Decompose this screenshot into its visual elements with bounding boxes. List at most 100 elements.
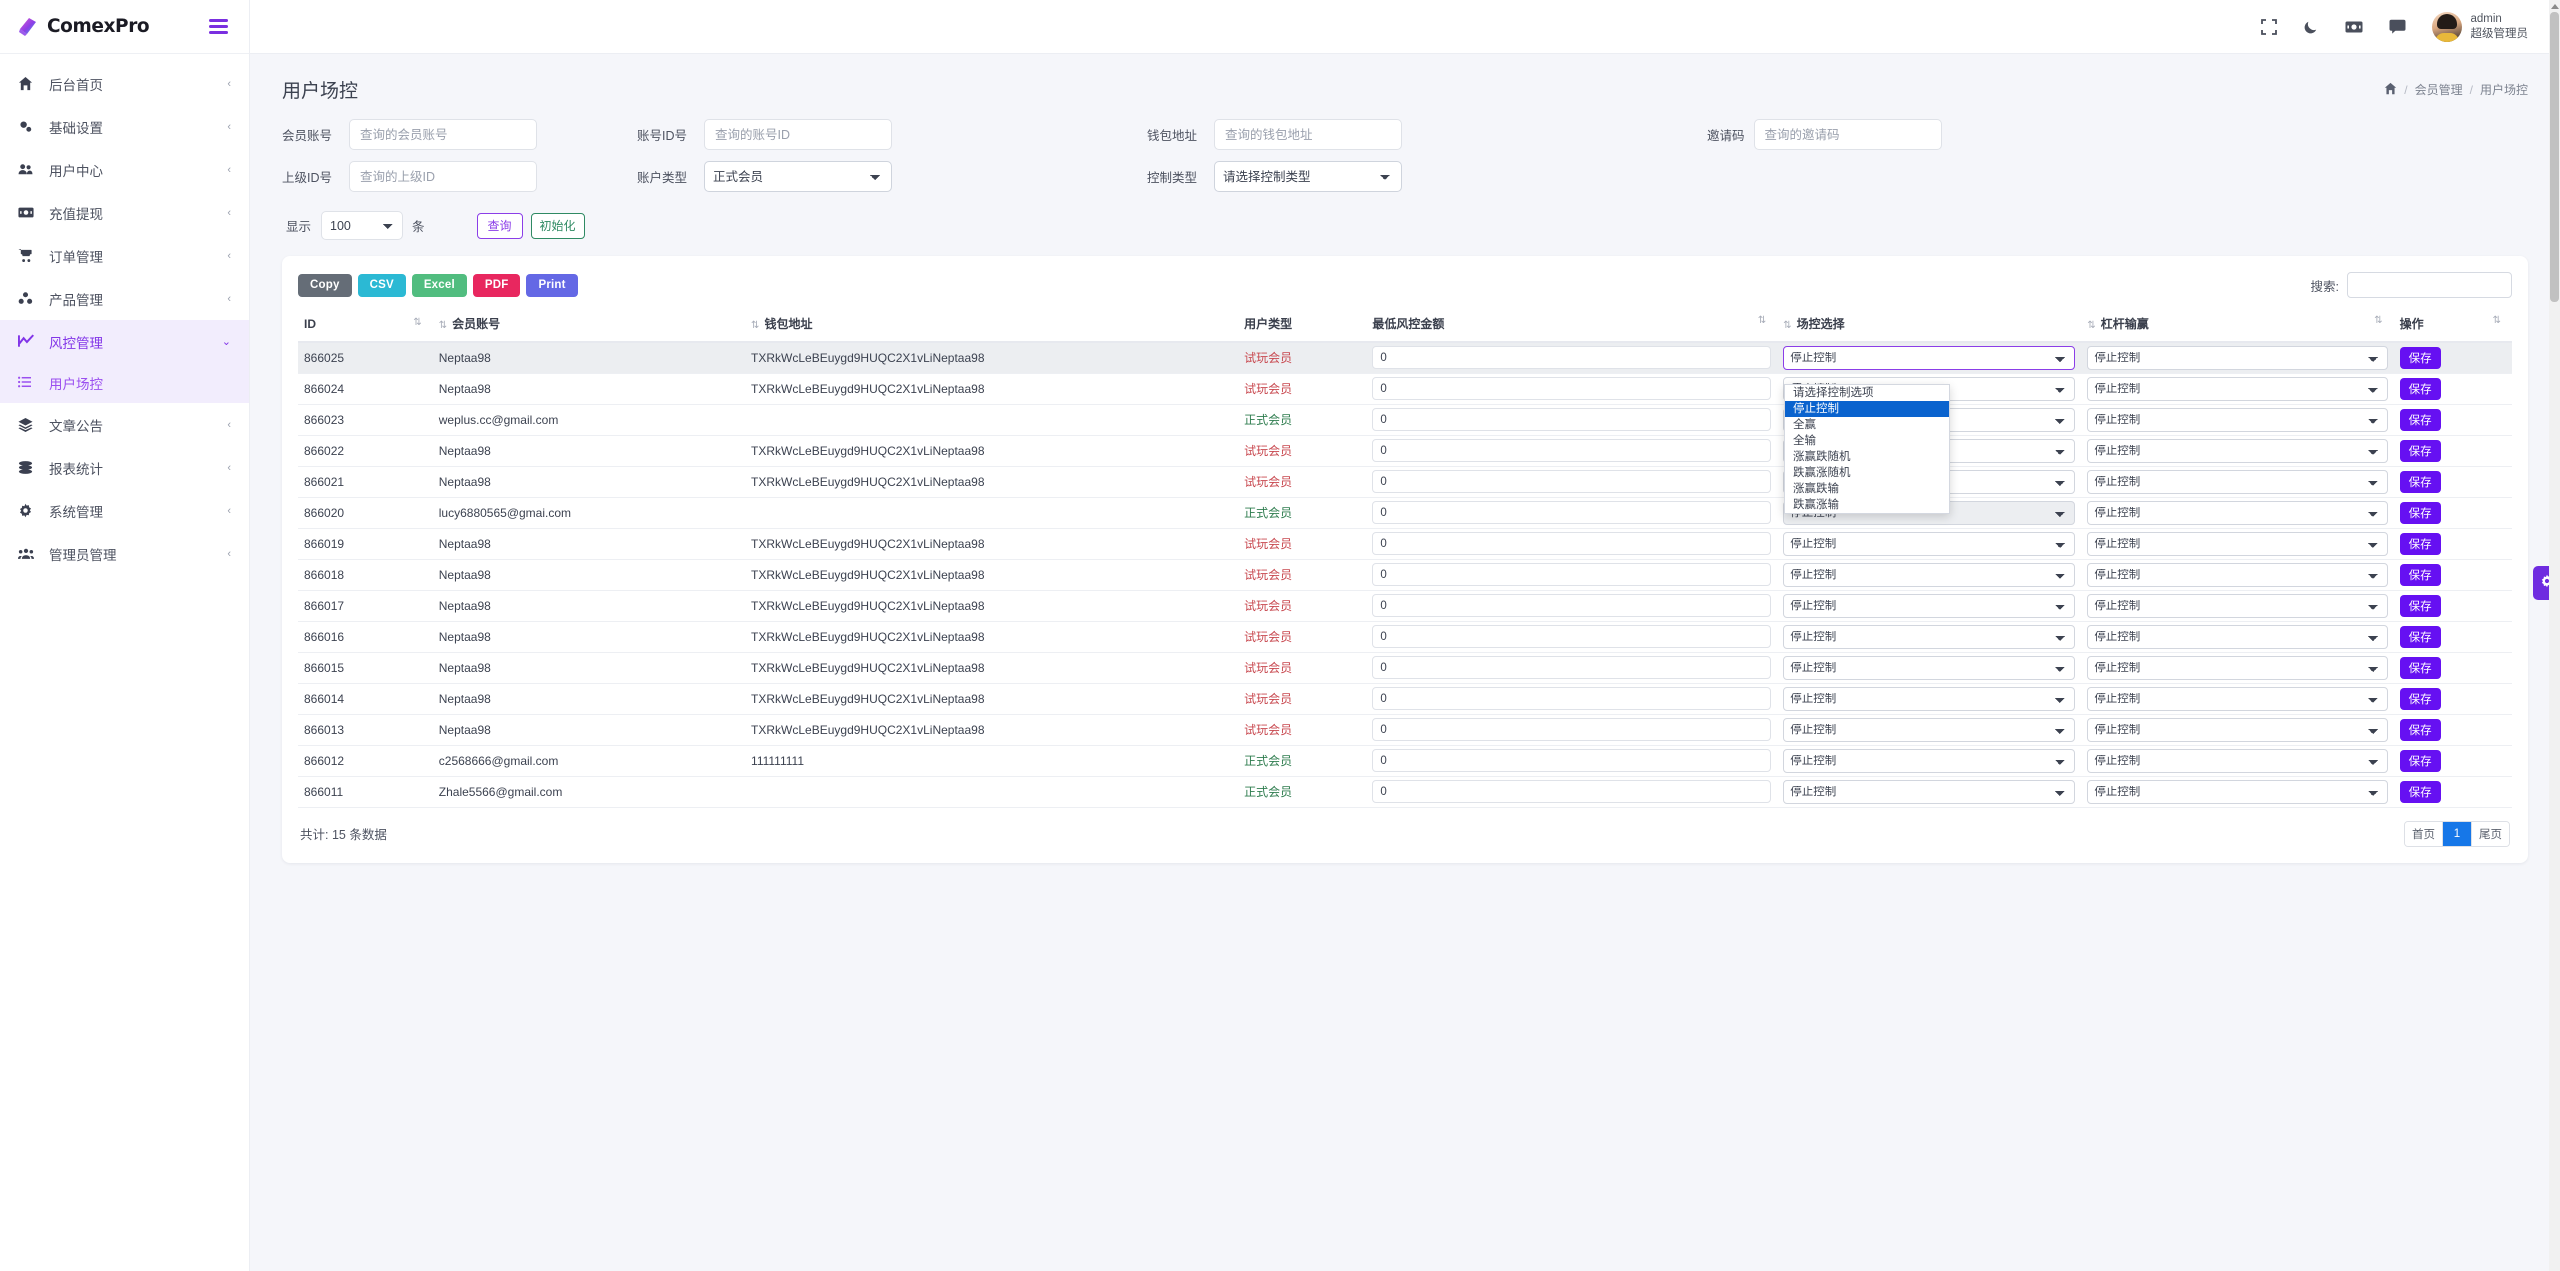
leverage-winloss-select[interactable]: 停止控制 bbox=[2087, 593, 2388, 618]
leverage-winloss-select[interactable]: 停止控制 bbox=[2087, 779, 2388, 804]
save-button[interactable]: 保存 bbox=[2399, 532, 2441, 555]
save-button[interactable]: 保存 bbox=[2399, 346, 2441, 369]
min-risk-amount-input[interactable] bbox=[1372, 749, 1772, 772]
sort-icon[interactable]: ⇅ bbox=[439, 320, 447, 331]
page-scrollbar[interactable] bbox=[2549, 0, 2560, 1271]
search-input[interactable] bbox=[2347, 272, 2512, 298]
leverage-winloss-select[interactable]: 停止控制 bbox=[2087, 624, 2388, 649]
save-button[interactable]: 保存 bbox=[2399, 594, 2441, 617]
breadcrumb-item-member-management[interactable]: 会员管理 bbox=[2415, 81, 2463, 98]
dropdown-option[interactable]: 全输 bbox=[1785, 433, 1949, 449]
sidebar-item-system-management[interactable]: 系统管理 ‹ bbox=[0, 489, 249, 532]
sort-icon[interactable]: ⇅ bbox=[1758, 315, 1766, 326]
th-min-risk-amount[interactable]: 最低风控金额 ⇅ bbox=[1366, 306, 1778, 343]
fullscreen-icon[interactable] bbox=[2260, 18, 2277, 35]
dropdown-option[interactable]: 请选择控制选项 bbox=[1785, 385, 1949, 401]
sort-icon[interactable]: ⇅ bbox=[2493, 315, 2501, 326]
leverage-winloss-select[interactable]: 停止控制 bbox=[2087, 717, 2388, 742]
min-risk-amount-input[interactable] bbox=[1372, 625, 1772, 648]
min-risk-amount-input[interactable] bbox=[1372, 532, 1772, 555]
sidebar-item-admin-management[interactable]: 管理员管理 ‹ bbox=[0, 532, 249, 575]
control-select[interactable]: 停止控制 bbox=[1783, 686, 2076, 711]
dropdown-option[interactable]: 跌赢涨输 bbox=[1785, 497, 1949, 513]
account-type-select[interactable]: 正式会员 bbox=[704, 161, 892, 192]
dropdown-option[interactable]: 全赢 bbox=[1785, 417, 1949, 433]
invite-code-input[interactable] bbox=[1753, 119, 1942, 150]
control-select-dropdown-panel[interactable]: 请选择控制选项 停止控制 全赢 全输 涨赢跌随机 跌赢涨随机 涨赢跌输 跌赢涨输 bbox=[1784, 384, 1950, 514]
save-button[interactable]: 保存 bbox=[2399, 749, 2441, 772]
th-leverage-winloss[interactable]: ⇅ 杠杆输赢 ⇅ bbox=[2081, 306, 2394, 343]
min-risk-amount-input[interactable] bbox=[1372, 346, 1772, 370]
min-risk-amount-input[interactable] bbox=[1372, 656, 1772, 679]
th-control-select[interactable]: ⇅ 场控选择 bbox=[1777, 306, 2082, 343]
save-button[interactable]: 保存 bbox=[2399, 625, 2441, 648]
min-risk-amount-input[interactable] bbox=[1372, 408, 1772, 431]
wallet-address-input[interactable] bbox=[1214, 119, 1402, 150]
control-select[interactable]: 停止控制 bbox=[1783, 748, 2076, 773]
print-button[interactable]: Print bbox=[526, 273, 578, 297]
moon-icon[interactable] bbox=[2303, 19, 2319, 35]
money-icon[interactable] bbox=[2345, 20, 2363, 34]
copy-button[interactable]: Copy bbox=[298, 273, 352, 297]
member-account-input[interactable] bbox=[349, 119, 537, 150]
sidebar-item-report-statistics[interactable]: 报表统计 ‹ bbox=[0, 446, 249, 489]
save-button[interactable]: 保存 bbox=[2399, 377, 2441, 400]
sort-icon[interactable]: ⇅ bbox=[1783, 320, 1791, 331]
min-risk-amount-input[interactable] bbox=[1372, 687, 1772, 710]
th-user-type[interactable]: 用户类型 bbox=[1238, 306, 1367, 343]
control-select[interactable]: 停止控制 bbox=[1783, 624, 2076, 649]
pagination-page-1[interactable]: 1 bbox=[2443, 821, 2472, 846]
scroll-up-arrow-icon[interactable] bbox=[2551, 4, 2559, 9]
min-risk-amount-input[interactable] bbox=[1372, 780, 1772, 803]
sort-icon[interactable]: ⇅ bbox=[2374, 315, 2382, 326]
dropdown-option[interactable]: 跌赢涨随机 bbox=[1785, 465, 1949, 481]
hamburger-icon[interactable] bbox=[206, 16, 231, 37]
dropdown-option[interactable]: 停止控制 bbox=[1785, 401, 1949, 417]
th-action[interactable]: 操作 ⇅ bbox=[2393, 306, 2512, 343]
th-wallet[interactable]: ⇅ 钱包地址 bbox=[745, 306, 1239, 343]
save-button[interactable]: 保存 bbox=[2399, 439, 2441, 462]
control-select[interactable]: 停止控制 bbox=[1783, 345, 2076, 370]
page-size-select[interactable]: 100 bbox=[321, 211, 404, 240]
leverage-winloss-select[interactable]: 停止控制 bbox=[2087, 469, 2388, 494]
min-risk-amount-input[interactable] bbox=[1372, 501, 1772, 524]
sort-icon[interactable]: ⇅ bbox=[751, 320, 759, 331]
dropdown-option[interactable]: 涨赢跌输 bbox=[1785, 481, 1949, 497]
min-risk-amount-input[interactable] bbox=[1372, 718, 1772, 741]
control-type-select[interactable]: 请选择控制类型 bbox=[1214, 161, 1402, 192]
dropdown-option[interactable]: 涨赢跌随机 bbox=[1785, 449, 1949, 465]
th-id[interactable]: ID ⇅ bbox=[298, 306, 433, 343]
sidebar-item-user-field-control[interactable]: 用户场控 bbox=[0, 363, 249, 403]
control-select[interactable]: 停止控制 bbox=[1783, 593, 2076, 618]
sidebar-item-basic-settings[interactable]: 基础设置 ‹ bbox=[0, 105, 249, 148]
save-button[interactable]: 保存 bbox=[2399, 470, 2441, 493]
home-icon[interactable] bbox=[2384, 82, 2397, 98]
sort-icon[interactable]: ⇅ bbox=[413, 317, 421, 328]
th-account[interactable]: ⇅ 会员账号 bbox=[432, 306, 746, 343]
pdf-button[interactable]: PDF bbox=[472, 273, 521, 297]
save-button[interactable]: 保存 bbox=[2399, 718, 2441, 741]
leverage-winloss-select[interactable]: 停止控制 bbox=[2087, 376, 2388, 401]
save-button[interactable]: 保存 bbox=[2399, 656, 2441, 679]
pagination-first[interactable]: 首页 bbox=[2405, 821, 2443, 846]
sidebar-item-recharge-withdraw[interactable]: 充值提现 ‹ bbox=[0, 191, 249, 234]
leverage-winloss-select[interactable]: 停止控制 bbox=[2087, 748, 2388, 773]
user-menu[interactable]: admin 超级管理员 bbox=[2431, 11, 2528, 42]
save-button[interactable]: 保存 bbox=[2399, 687, 2441, 710]
save-button[interactable]: 保存 bbox=[2399, 563, 2441, 586]
control-select[interactable]: 停止控制 bbox=[1783, 531, 2076, 556]
save-button[interactable]: 保存 bbox=[2399, 780, 2441, 803]
min-risk-amount-input[interactable] bbox=[1372, 377, 1772, 400]
leverage-winloss-select[interactable]: 停止控制 bbox=[2087, 686, 2388, 711]
sidebar-item-article-announcement[interactable]: 文章公告 ‹ bbox=[0, 403, 249, 446]
sidebar-item-risk-management[interactable]: 风控管理 ⌄ bbox=[0, 320, 249, 363]
sidebar-item-order-management[interactable]: 订单管理 ‹ bbox=[0, 234, 249, 277]
query-button[interactable]: 查询 bbox=[476, 212, 523, 239]
min-risk-amount-input[interactable] bbox=[1372, 439, 1772, 462]
chat-icon[interactable] bbox=[2389, 19, 2406, 34]
min-risk-amount-input[interactable] bbox=[1372, 470, 1772, 493]
min-risk-amount-input[interactable] bbox=[1372, 594, 1772, 617]
leverage-winloss-select[interactable]: 停止控制 bbox=[2087, 438, 2388, 463]
leverage-winloss-select[interactable]: 停止控制 bbox=[2087, 531, 2388, 556]
control-select[interactable]: 停止控制 bbox=[1783, 562, 2076, 587]
